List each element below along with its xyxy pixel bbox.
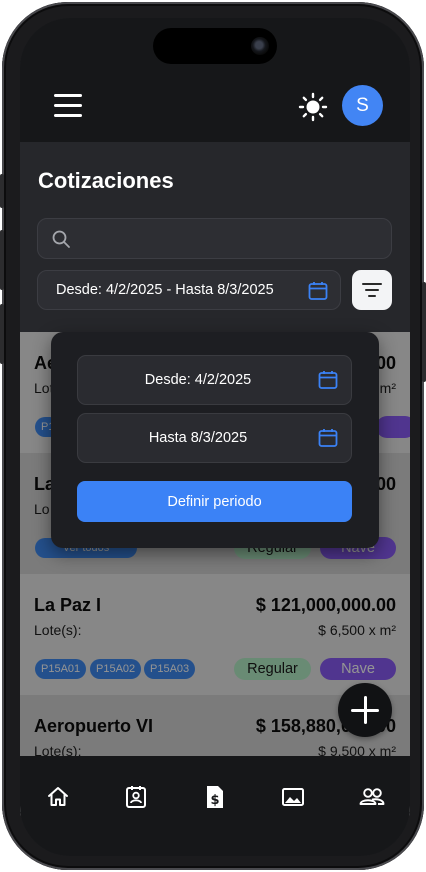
calendar-icon[interactable] <box>318 428 338 448</box>
from-date-text: Desde: 4/2/2025 <box>144 372 252 388</box>
calendar-icon[interactable] <box>318 370 338 390</box>
search-icon <box>51 229 71 249</box>
contacts-icon[interactable] <box>123 784 149 810</box>
search-input[interactable] <box>37 218 392 259</box>
date-range-field[interactable]: Desde: 4/2/2025 - Hasta 8/3/2025 <box>37 270 341 310</box>
dynamic-island <box>153 28 277 64</box>
to-date-field[interactable]: Hasta 8/3/2025 <box>77 413 352 463</box>
page-title: Cotizaciones <box>38 168 174 193</box>
invoice-icon[interactable]: $ <box>202 784 228 810</box>
svg-text:$: $ <box>210 793 219 808</box>
period-popover: Desde: 4/2/2025 Hasta 8/3/2025 Definir p… <box>51 332 379 548</box>
define-period-button[interactable]: Definir periodo <box>77 481 352 522</box>
avatar[interactable]: S <box>342 85 383 126</box>
filter-button[interactable] <box>352 270 392 310</box>
phone-action-button <box>0 174 4 208</box>
users-icon[interactable] <box>358 784 386 810</box>
to-date-text: Hasta 8/3/2025 <box>148 430 248 446</box>
menu-icon[interactable] <box>54 94 82 118</box>
add-quote-button[interactable] <box>338 683 392 737</box>
phone-frame: S Cotizaciones Desde: 4/2/2025 - Hasta 8… <box>0 2 426 870</box>
phone-volume-up-button <box>0 230 4 290</box>
calendar-icon[interactable] <box>308 281 328 301</box>
app-screen: S Cotizaciones Desde: 4/2/2025 - Hasta 8… <box>20 18 410 856</box>
phone-volume-down-button <box>0 304 4 364</box>
phone-power-button <box>422 282 426 382</box>
front-camera-icon <box>251 37 269 55</box>
bottom-nav: $ <box>20 756 410 856</box>
image-icon[interactable] <box>280 784 306 810</box>
from-date-field[interactable]: Desde: 4/2/2025 <box>77 355 352 405</box>
home-icon[interactable] <box>45 784 71 810</box>
date-range-text: Desde: 4/2/2025 - Hasta 8/3/2025 <box>56 282 274 298</box>
sun-icon[interactable] <box>298 92 328 122</box>
